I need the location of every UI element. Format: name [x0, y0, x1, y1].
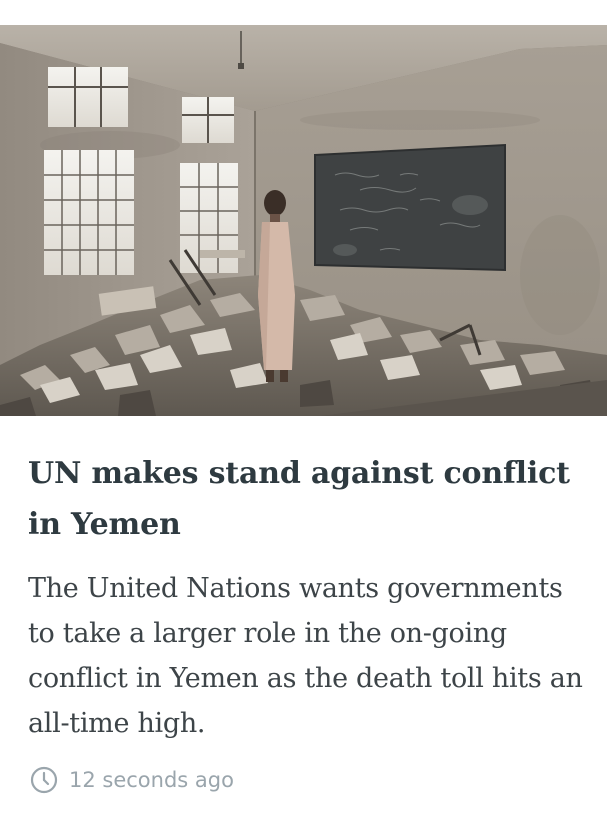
article-card[interactable]: UN makes stand against conflict in Yemen…: [0, 0, 607, 822]
article-meta: 12 seconds ago: [30, 764, 234, 796]
clock-icon: [30, 766, 58, 794]
window-lower-left: [44, 150, 134, 275]
article-image[interactable]: [0, 25, 607, 416]
article-summary: The United Nations wants governments to …: [28, 573, 583, 739]
classroom-ruins-illustration: [0, 25, 607, 416]
article-headline[interactable]: UN makes stand against conflict in Yemen: [28, 448, 588, 550]
article-timestamp: 12 seconds ago: [69, 768, 234, 792]
window-upper-left: [48, 67, 128, 127]
chalkboard: [314, 143, 506, 272]
window-upper-right: [182, 97, 234, 143]
